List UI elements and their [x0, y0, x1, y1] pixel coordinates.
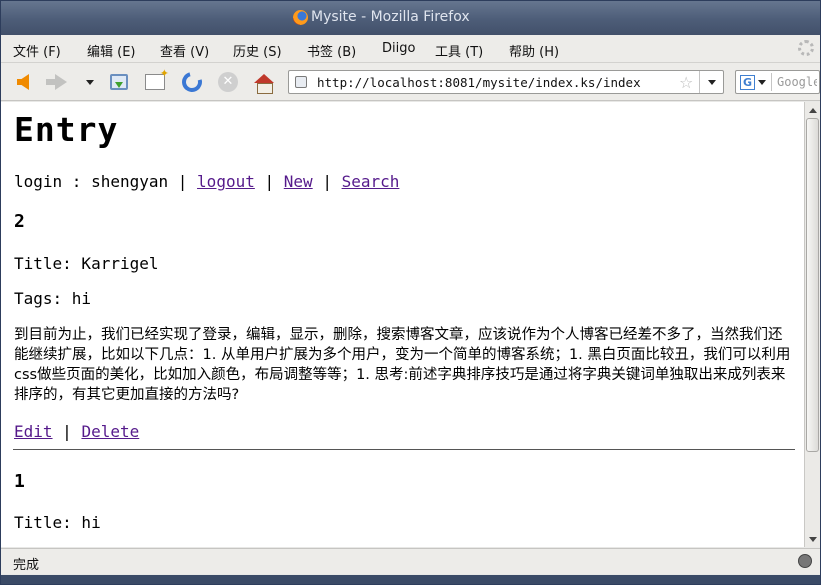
search-engine-selector[interactable]: G: [738, 73, 772, 91]
logout-link[interactable]: logout: [197, 172, 255, 191]
entry-id: 1: [14, 471, 25, 492]
downloads-button[interactable]: [106, 70, 132, 94]
entry-title: Title: hi: [14, 513, 101, 532]
search-input[interactable]: Google: [777, 75, 817, 89]
menu-bookmarks[interactable]: 书签 (B): [307, 41, 356, 60]
menu-edit[interactable]: 编辑 (E): [87, 41, 136, 60]
search-link[interactable]: Search: [342, 172, 400, 191]
status-text: 完成: [13, 558, 40, 573]
history-dropdown-button[interactable]: [79, 70, 101, 94]
menu-bar: 文件 (F) 编辑 (E) 查看 (V) 历史 (S) 书签 (B) Diigo…: [1, 35, 820, 63]
search-bar[interactable]: G Google: [735, 70, 820, 94]
entry-actions: Edit | Delete: [14, 422, 139, 441]
home-icon: [254, 73, 274, 94]
vertical-scrollbar[interactable]: [804, 102, 820, 547]
status-bar: 完成: [1, 548, 820, 574]
reload-icon: [178, 68, 206, 96]
site-favicon-icon: [295, 76, 307, 88]
browser-window: Mysite - Mozilla Firefox 文件 (F) 编辑 (E) 查…: [0, 0, 821, 585]
arrow-down-icon: [809, 536, 817, 542]
entry-id: 2: [14, 211, 25, 232]
scrollbar-thumb[interactable]: [806, 118, 819, 452]
title-bar[interactable]: Mysite - Mozilla Firefox: [1, 1, 820, 35]
menu-diigo[interactable]: Diigo: [382, 41, 415, 56]
edit-link[interactable]: Edit: [14, 422, 53, 441]
arrow-up-icon: [809, 107, 817, 113]
login-line: login : shengyan | logout | New | Search: [14, 172, 399, 191]
new-link[interactable]: New: [284, 172, 313, 191]
new-window-icon: [145, 67, 169, 90]
firefox-icon: [293, 10, 308, 25]
page-content: Entry login : shengyan | logout | New | …: [1, 102, 804, 547]
forward-button[interactable]: [46, 70, 74, 94]
menu-tools[interactable]: 工具 (T): [435, 41, 483, 60]
reload-button[interactable]: [178, 68, 206, 96]
google-icon: G: [740, 74, 755, 90]
menu-help[interactable]: 帮助 (H): [509, 41, 559, 60]
navigation-toolbar: ✕ http://localhost:8081/mysite/index.ks/…: [1, 63, 820, 101]
url-text[interactable]: http://localhost:8081/mysite/index.ks/in…: [317, 75, 641, 90]
menu-file[interactable]: 文件 (F): [13, 41, 61, 60]
stop-button[interactable]: ✕: [215, 70, 241, 94]
scroll-up-button[interactable]: [807, 104, 819, 116]
entry-title: Title: Karrigel: [14, 254, 159, 273]
stop-icon: ✕: [218, 72, 238, 92]
entry-tags: Tags: hi: [14, 289, 92, 308]
back-arrow-icon: [17, 74, 29, 90]
scroll-down-button[interactable]: [807, 533, 819, 545]
separator: |: [264, 172, 275, 191]
entry-body: 到目前为止，我们已经实现了登录，编辑，显示，删除，搜索博客文章，应该说作为个人博…: [14, 327, 791, 403]
bookmark-star-icon[interactable]: ☆: [679, 73, 693, 92]
new-window-button[interactable]: [142, 67, 169, 94]
download-icon: [110, 74, 128, 90]
separator: |: [177, 172, 188, 191]
menu-view[interactable]: 查看 (V): [160, 41, 209, 60]
home-button[interactable]: [251, 70, 277, 94]
back-button[interactable]: [10, 70, 36, 94]
window-bottom-edge: [1, 575, 820, 584]
chevron-down-icon: [707, 79, 716, 85]
entry-divider: [13, 449, 795, 450]
separator: |: [322, 172, 332, 191]
chevron-down-icon: [86, 79, 94, 85]
firebug-icon[interactable]: [798, 554, 812, 568]
chevron-down-icon: [758, 79, 766, 85]
separator: |: [62, 422, 72, 441]
forward-arrow-icon: [46, 74, 67, 90]
url-bar[interactable]: http://localhost:8081/mysite/index.ks/in…: [288, 70, 724, 94]
login-status: login : shengyan: [14, 172, 169, 191]
url-dropdown-button[interactable]: [699, 71, 723, 93]
window-title: Mysite - Mozilla Firefox: [311, 9, 470, 25]
page-title: Entry: [14, 110, 119, 149]
menu-history[interactable]: 历史 (S): [233, 41, 282, 60]
throbber-icon: [798, 40, 814, 56]
delete-link[interactable]: Delete: [81, 422, 139, 441]
